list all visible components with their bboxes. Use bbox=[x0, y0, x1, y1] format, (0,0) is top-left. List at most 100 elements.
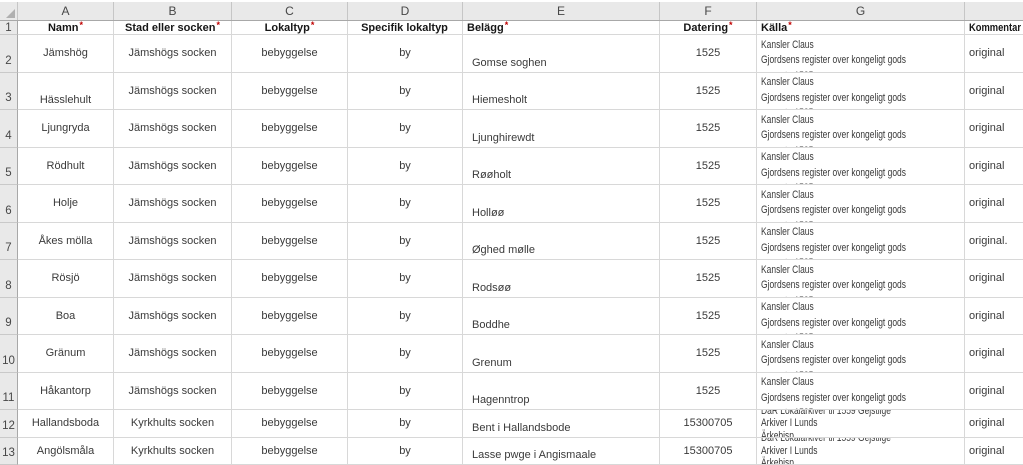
cell-stad-eller-socken[interactable]: Jämshögs socken bbox=[114, 260, 232, 298]
row-number[interactable]: 13 bbox=[0, 437, 18, 465]
cell-specifik-lokaltyp[interactable]: by bbox=[348, 222, 463, 260]
cell-belagg[interactable]: Ljunghirewdt bbox=[463, 110, 660, 148]
cell-lokaltyp[interactable]: bebyggelse bbox=[232, 372, 348, 410]
column-letter-c[interactable]: C bbox=[232, 2, 348, 20]
column-letter-b[interactable]: B bbox=[114, 2, 232, 20]
row-number[interactable]: 2 bbox=[0, 35, 18, 73]
cell-kalla[interactable]: DaR Lokalarkiver til 1559 Gejstlige Arki… bbox=[757, 410, 965, 438]
cell-lokaltyp[interactable]: bebyggelse bbox=[232, 110, 348, 148]
cell-kalla[interactable]: DaR Danske Kancelli B46B 1481 -1571, Kan… bbox=[757, 185, 965, 223]
cell-specifik-lokaltyp[interactable]: by bbox=[348, 260, 463, 298]
cell-stad-eller-socken[interactable]: Jämshögs socken bbox=[114, 297, 232, 335]
cell-lokaltyp[interactable]: bebyggelse bbox=[232, 335, 348, 373]
cell-datering[interactable]: 1525 bbox=[660, 297, 757, 335]
cell-namn[interactable]: Rödhult bbox=[18, 147, 114, 185]
cell-specifik-lokaltyp[interactable]: by bbox=[348, 185, 463, 223]
cell-kommentar[interactable]: original bbox=[965, 260, 1023, 298]
header-cell-namn[interactable]: Namn * bbox=[18, 21, 114, 35]
column-letter-g[interactable]: G bbox=[757, 2, 965, 20]
cell-namn[interactable]: Hässlehult bbox=[18, 72, 114, 110]
cell-namn[interactable]: Angölsmåla bbox=[18, 437, 114, 465]
cell-belagg[interactable]: Lasse pwge i Angismaale bbox=[463, 437, 660, 465]
cell-namn[interactable]: Holje bbox=[18, 185, 114, 223]
cell-namn[interactable]: Hallandsboda bbox=[18, 410, 114, 438]
cell-specifik-lokaltyp[interactable]: by bbox=[348, 110, 463, 148]
row-number[interactable]: 3 bbox=[0, 72, 18, 110]
cell-datering[interactable]: 1525 bbox=[660, 72, 757, 110]
cell-datering[interactable]: 1525 bbox=[660, 35, 757, 73]
cell-kalla[interactable]: DaR Danske Kancelli B46B 1481 -1571, Kan… bbox=[757, 72, 965, 110]
cell-namn[interactable]: Håkantorp bbox=[18, 372, 114, 410]
header-cell-specifik-lokaltyp[interactable]: Specifik lokaltyp bbox=[348, 21, 463, 35]
cell-namn[interactable]: Åkes mölla bbox=[18, 222, 114, 260]
row-number[interactable]: 5 bbox=[0, 147, 18, 185]
cell-belagg[interactable]: Grenum bbox=[463, 335, 660, 373]
select-all-corner[interactable] bbox=[0, 2, 18, 20]
cell-lokaltyp[interactable]: bebyggelse bbox=[232, 297, 348, 335]
cell-datering[interactable]: 1525 bbox=[660, 260, 757, 298]
cell-belagg[interactable]: Øghed mølle bbox=[463, 222, 660, 260]
cell-stad-eller-socken[interactable]: Jämshögs socken bbox=[114, 147, 232, 185]
row-number[interactable]: 1 bbox=[0, 21, 18, 35]
cell-lokaltyp[interactable]: bebyggelse bbox=[232, 185, 348, 223]
cell-kommentar[interactable]: original bbox=[965, 298, 1023, 335]
column-letter-f[interactable]: F bbox=[660, 2, 757, 20]
cell-datering[interactable]: 15300705 bbox=[660, 410, 757, 438]
cell-lokaltyp[interactable]: bebyggelse bbox=[232, 222, 348, 260]
cell-namn[interactable]: Boa bbox=[18, 297, 114, 335]
cell-kalla[interactable]: DaR Danske Kancelli B46B 1481 -1571, Kan… bbox=[757, 372, 965, 410]
column-letter-e[interactable]: E bbox=[463, 2, 660, 20]
cell-lokaltyp[interactable]: bebyggelse bbox=[232, 437, 348, 465]
cell-namn[interactable]: Ljungryda bbox=[18, 110, 114, 148]
header-cell-stad-eller-socken[interactable]: Stad eller socken * bbox=[114, 21, 232, 35]
header-cell-lokaltyp[interactable]: Lokaltyp * bbox=[232, 21, 348, 35]
cell-kalla[interactable]: DaR Danske Kancelli B46B 1481 -1571, Kan… bbox=[757, 335, 965, 373]
cell-belagg[interactable]: Rodsøø bbox=[463, 260, 660, 298]
cell-datering[interactable]: 1525 bbox=[660, 372, 757, 410]
header-cell-kommentar[interactable]: Kommentar bbox=[965, 21, 1023, 35]
cell-belagg[interactable]: Hagenntrop bbox=[463, 372, 660, 410]
cell-stad-eller-socken[interactable]: Jämshögs socken bbox=[114, 335, 232, 373]
row-number[interactable]: 4 bbox=[0, 110, 18, 148]
cell-namn[interactable]: Jämshög bbox=[18, 35, 114, 73]
cell-stad-eller-socken[interactable]: Kyrkhults socken bbox=[114, 410, 232, 438]
cell-lokaltyp[interactable]: bebyggelse bbox=[232, 410, 348, 438]
cell-kommentar[interactable]: original bbox=[965, 35, 1023, 73]
cell-belagg[interactable]: Boddhe bbox=[463, 297, 660, 335]
row-number[interactable]: 12 bbox=[0, 410, 18, 438]
cell-kalla[interactable]: DaR Danske Kancelli B46B 1481 -1571, Kan… bbox=[757, 260, 965, 298]
cell-kommentar[interactable]: original bbox=[965, 185, 1023, 223]
row-number[interactable]: 11 bbox=[0, 372, 18, 410]
cell-kommentar[interactable]: original bbox=[965, 148, 1023, 185]
cell-specifik-lokaltyp[interactable]: by bbox=[348, 437, 463, 465]
cell-kalla[interactable]: DaR Danske Kancelli B46B 1481 -1571, Kan… bbox=[757, 35, 965, 73]
cell-stad-eller-socken[interactable]: Jämshögs socken bbox=[114, 222, 232, 260]
header-cell-belagg[interactable]: Belägg * bbox=[463, 21, 660, 35]
cell-stad-eller-socken[interactable]: Jämshögs socken bbox=[114, 72, 232, 110]
cell-datering[interactable]: 1525 bbox=[660, 222, 757, 260]
cell-kommentar[interactable]: original bbox=[965, 73, 1023, 110]
cell-stad-eller-socken[interactable]: Jämshögs socken bbox=[114, 372, 232, 410]
cell-stad-eller-socken[interactable]: Jämshögs socken bbox=[114, 35, 232, 73]
cell-specifik-lokaltyp[interactable]: by bbox=[348, 335, 463, 373]
cell-datering[interactable]: 15300705 bbox=[660, 437, 757, 465]
cell-stad-eller-socken[interactable]: Jämshögs socken bbox=[114, 185, 232, 223]
row-number[interactable]: 7 bbox=[0, 222, 18, 260]
cell-specifik-lokaltyp[interactable]: by bbox=[348, 35, 463, 73]
cell-kommentar[interactable]: original bbox=[965, 410, 1023, 438]
cell-specifik-lokaltyp[interactable]: by bbox=[348, 147, 463, 185]
cell-kommentar[interactable]: original bbox=[965, 373, 1023, 410]
cell-kalla[interactable]: DaR Danske Kancelli B46B 1481 -1571, Kan… bbox=[757, 222, 965, 260]
cell-lokaltyp[interactable]: bebyggelse bbox=[232, 147, 348, 185]
cell-namn[interactable]: Gränum bbox=[18, 335, 114, 373]
cell-belagg[interactable]: Bent i Hallandsbode bbox=[463, 410, 660, 438]
cell-kommentar[interactable]: original bbox=[965, 110, 1023, 148]
column-letter-d[interactable]: D bbox=[348, 2, 463, 20]
cell-specifik-lokaltyp[interactable]: by bbox=[348, 372, 463, 410]
cell-kalla[interactable]: DaR Lokalarkiver til 1559 Gejstlige Arki… bbox=[757, 437, 965, 465]
cell-datering[interactable]: 1525 bbox=[660, 110, 757, 148]
cell-datering[interactable]: 1525 bbox=[660, 335, 757, 373]
cell-datering[interactable]: 1525 bbox=[660, 185, 757, 223]
cell-kalla[interactable]: DaR Danske Kancelli B46B 1481 -1571, Kan… bbox=[757, 110, 965, 148]
cell-belagg[interactable]: Hiemesholt bbox=[463, 72, 660, 110]
